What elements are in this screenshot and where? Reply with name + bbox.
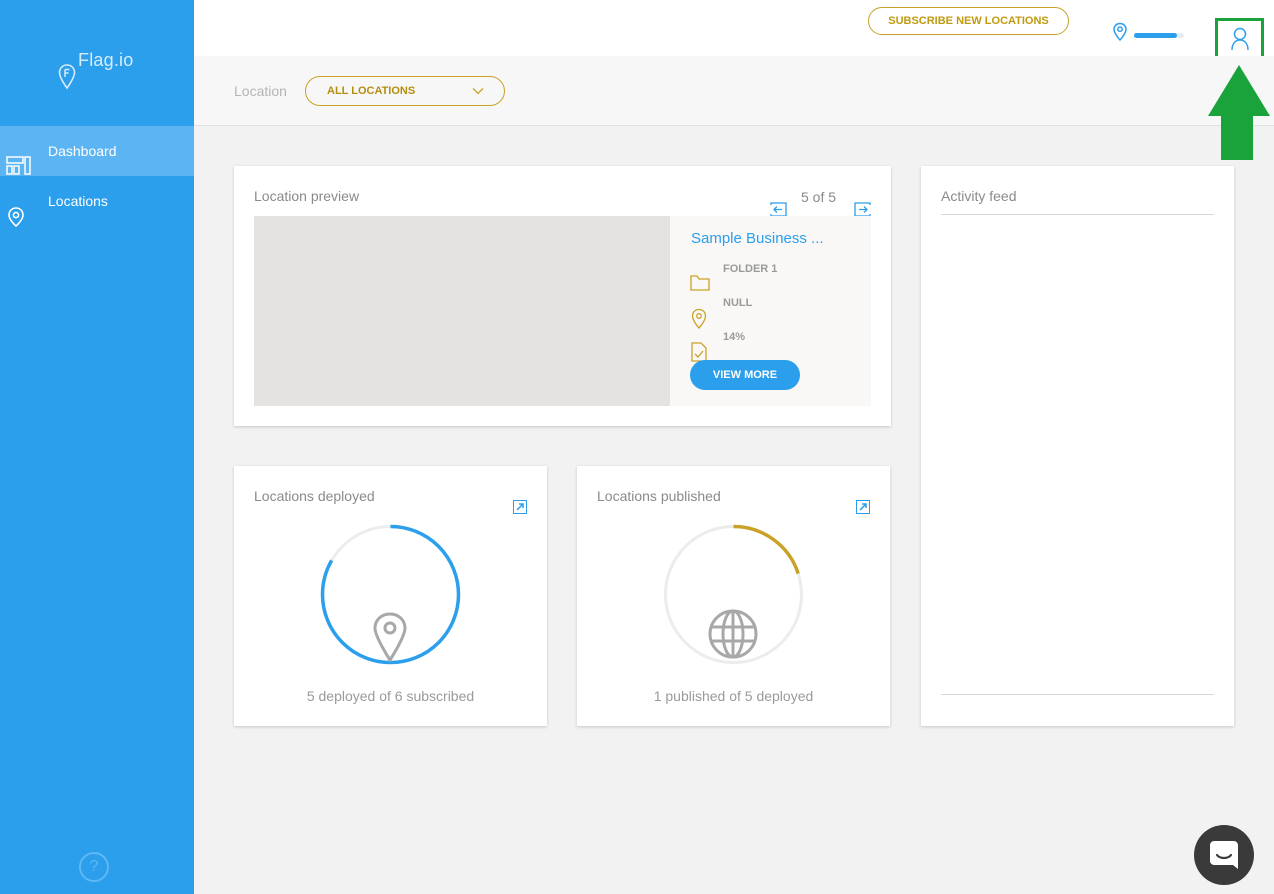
subscribe-new-locations-button[interactable]: SUBSCRIBE NEW LOCATIONS	[868, 7, 1069, 35]
location-map-preview[interactable]	[254, 216, 670, 406]
completeness-value: 14%	[723, 331, 746, 343]
view-more-button[interactable]: VIEW MORE	[690, 360, 800, 390]
location-preview-title: Location preview	[254, 188, 360, 204]
external-link-icon[interactable]	[856, 500, 870, 514]
deployed-caption: 5 deployed of 6 subscribed	[306, 688, 475, 704]
location-filter-select[interactable]: ALL LOCATIONS	[305, 76, 505, 106]
arrow-right-icon[interactable]	[854, 202, 871, 217]
sidebar-item-label: Locations	[48, 193, 108, 209]
external-link-icon[interactable]	[513, 500, 527, 514]
sidebar-item-label: Dashboard	[48, 143, 117, 159]
deployed-ring-chart	[320, 524, 461, 665]
progress-fill	[1134, 33, 1177, 38]
top-bar: SUBSCRIBE NEW LOCATIONS	[194, 0, 1274, 60]
app-name: Flag.io	[78, 50, 134, 70]
published-ring-chart	[663, 524, 804, 665]
locations-deployed-card: Locations deployed 5 deployed of 6 subsc…	[234, 466, 547, 726]
location-filter-value: ALL LOCATIONS	[327, 85, 416, 97]
locations-published-title: Locations published	[597, 488, 721, 504]
location-pin-icon	[8, 207, 24, 228]
business-name-link[interactable]: Sample Business ...	[691, 230, 824, 247]
location-preview-card: Location preview 5 of 5 Sample Business …	[234, 166, 891, 426]
document-check-icon	[691, 342, 707, 362]
location-pin-icon	[373, 612, 407, 663]
filter-bar: Location ALL LOCATIONS	[194, 56, 1274, 126]
user-menu-button[interactable]	[1215, 18, 1264, 60]
locations-published-card: Locations published 1 published of 5 dep…	[577, 466, 890, 726]
help-button[interactable]: ?	[79, 852, 109, 882]
divider	[941, 214, 1214, 215]
sidebar: Flag.io Dashboard Locations ?	[0, 0, 194, 894]
sidebar-item-dashboard[interactable]: Dashboard	[0, 126, 194, 176]
location-pin-icon	[1113, 22, 1127, 42]
app-logo[interactable]: Flag.io	[52, 44, 162, 94]
subscription-progress-bar	[1134, 33, 1184, 38]
location-pin-icon	[691, 308, 707, 329]
preview-pager: 5 of 5	[801, 189, 837, 205]
chat-icon	[1210, 841, 1238, 869]
flag-logo-icon	[58, 64, 76, 90]
user-icon	[1231, 27, 1249, 51]
globe-icon	[708, 609, 758, 659]
arrow-left-icon[interactable]	[770, 202, 787, 217]
divider	[941, 694, 1214, 695]
sidebar-item-locations[interactable]: Locations	[0, 176, 194, 228]
locations-deployed-title: Locations deployed	[254, 488, 375, 504]
location-details: Sample Business ... FOLDER 1 NULL 14% VI…	[670, 216, 871, 406]
dashboard-icon	[6, 156, 31, 175]
location-filter-label: Location	[234, 83, 287, 99]
folder-value: FOLDER 1	[723, 263, 778, 275]
activity-feed-title: Activity feed	[941, 188, 1017, 204]
published-caption: 1 published of 5 deployed	[653, 688, 814, 704]
chat-launcher-button[interactable]	[1194, 825, 1254, 885]
folder-icon	[690, 275, 710, 291]
green-arrow-annotation	[1208, 65, 1270, 160]
chevron-down-icon	[472, 88, 484, 95]
address-value: NULL	[723, 297, 753, 309]
activity-feed-card: Activity feed	[921, 166, 1234, 726]
